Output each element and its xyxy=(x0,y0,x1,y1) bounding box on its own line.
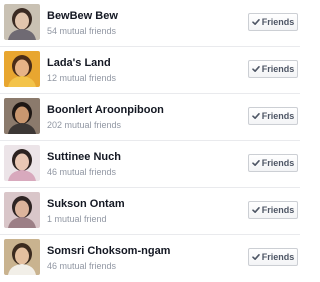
friends-button-label: Friends xyxy=(261,17,295,27)
friends-button[interactable]: Friends xyxy=(248,107,298,125)
friends-button-label: Friends xyxy=(261,111,295,121)
friend-name[interactable]: Somsri Choksom-ngam xyxy=(47,245,170,257)
mutual-friends-count[interactable]: 46 mutual friends xyxy=(47,261,116,271)
check-icon xyxy=(251,159,260,167)
friend-name[interactable]: Sukson Ontam xyxy=(47,198,125,210)
friends-button[interactable]: Friends xyxy=(248,154,298,172)
check-icon xyxy=(251,253,260,261)
friends-button-label: Friends xyxy=(261,64,295,74)
mutual-friends-count[interactable]: 202 mutual friends xyxy=(47,120,121,130)
friend-row: Boonlert Aroonpiboon 202 mutual friends … xyxy=(0,94,300,141)
friend-name[interactable]: Boonlert Aroonpiboon xyxy=(47,104,164,116)
friend-name[interactable]: BewBew Bew xyxy=(47,10,118,22)
friend-row: BewBew Bew 54 mutual friends Friends xyxy=(0,0,300,47)
avatar[interactable] xyxy=(4,192,40,228)
friends-button-label: Friends xyxy=(261,158,295,168)
friend-row: Lada's Land 12 mutual friends Friends xyxy=(0,47,300,94)
friends-button[interactable]: Friends xyxy=(248,13,298,31)
friend-name[interactable]: Suttinee Nuch xyxy=(47,151,121,163)
check-icon xyxy=(251,206,260,214)
friend-row: Somsri Choksom-ngam 46 mutual friends Fr… xyxy=(0,235,300,282)
mutual-friends-count[interactable]: 46 mutual friends xyxy=(47,167,116,177)
friends-button-label: Friends xyxy=(261,252,295,262)
avatar[interactable] xyxy=(4,4,40,40)
friends-button-label: Friends xyxy=(261,205,295,215)
friend-row: Suttinee Nuch 46 mutual friends Friends xyxy=(0,141,300,188)
check-icon xyxy=(251,65,260,73)
avatar[interactable] xyxy=(4,145,40,181)
friend-name[interactable]: Lada's Land xyxy=(47,57,111,69)
friends-button[interactable]: Friends xyxy=(248,201,298,219)
avatar[interactable] xyxy=(4,239,40,275)
friend-row: Sukson Ontam 1 mutual friend Friends xyxy=(0,188,300,235)
mutual-friends-count[interactable]: 54 mutual friends xyxy=(47,26,116,36)
check-icon xyxy=(251,112,260,120)
friends-list: BewBew Bew 54 mutual friends Friends Lad… xyxy=(0,0,300,276)
check-icon xyxy=(251,18,260,26)
avatar[interactable] xyxy=(4,98,40,134)
mutual-friends-count[interactable]: 12 mutual friends xyxy=(47,73,116,83)
friends-button[interactable]: Friends xyxy=(248,60,298,78)
mutual-friends-count[interactable]: 1 mutual friend xyxy=(47,214,107,224)
avatar[interactable] xyxy=(4,51,40,87)
friends-button[interactable]: Friends xyxy=(248,248,298,266)
